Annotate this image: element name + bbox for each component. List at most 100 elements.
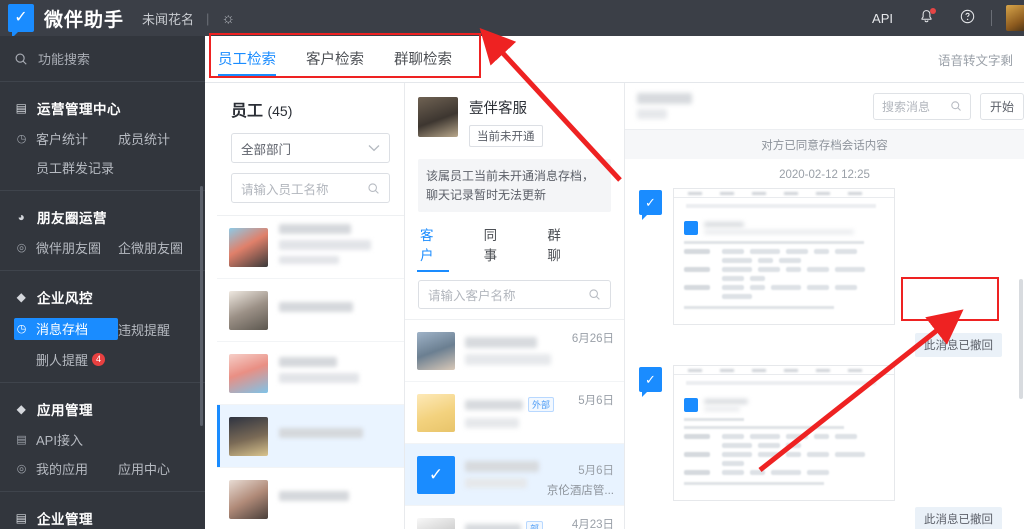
sidebar-item-label: 客户统计 <box>36 132 89 147</box>
nav-group-title: ◆ 应用管理 <box>0 393 205 425</box>
customer-subtitle: 京伦酒店管... <box>546 484 614 497</box>
customer-meta: 壹伴客服 当前未开通 <box>469 97 543 147</box>
customer-identity: 壹伴客服 当前未开通 <box>418 97 611 147</box>
screenshot-toolbar <box>674 189 894 198</box>
sender-avatar: ✓ <box>639 190 662 220</box>
list-item[interactable] <box>217 279 404 342</box>
nav-group-label: 朋友圈运营 <box>37 211 107 226</box>
sidebar-item-api-access[interactable]: ▤ API接入 <box>14 430 118 449</box>
sidebar-item-delete-alert[interactable]: 删人提醒 4 <box>14 350 106 369</box>
nav-row: ◷ 客户统计 成员统计 <box>0 124 205 153</box>
tab-group-search[interactable]: 群聊检索 <box>394 36 452 79</box>
sender-avatar: ✓ <box>639 367 662 397</box>
customer-search-placeholder: 请输入客户名称 <box>428 289 516 304</box>
external-tag: 外部 <box>528 397 555 413</box>
customer-name-redacted: 外部 <box>465 397 578 429</box>
screenshot-header <box>684 398 884 412</box>
sidebar-item-violation-alert[interactable]: 违规提醒 <box>118 320 170 339</box>
nav-group-label: 企业管理 <box>37 512 93 527</box>
screenshot-toolbar <box>674 366 894 375</box>
list-item[interactable] <box>217 216 404 279</box>
topbar-separator <box>991 10 992 26</box>
avatar: ✓ <box>417 455 455 494</box>
avatar <box>417 517 455 529</box>
recall-notice-wrap: 此消息已撤回 <box>625 501 1024 529</box>
employee-search-input[interactable]: 请输入员工名称 <box>231 173 390 203</box>
clock-icon: ◷ <box>16 133 27 145</box>
chat-actions: 搜索消息 开始 <box>873 92 1024 120</box>
sidebar-item-group-send-records[interactable]: 员工群发记录 <box>14 158 114 177</box>
user-avatar[interactable] <box>1006 5 1024 31</box>
archive-icon: ◷ <box>16 323 27 335</box>
message-image-attachment[interactable] <box>673 365 895 501</box>
nav-group-title: ◆ 企业风控 <box>0 281 205 313</box>
sidebar-item-app-center[interactable]: 应用中心 <box>118 459 170 478</box>
theme-sun-icon[interactable]: ☼ <box>221 10 235 27</box>
message-image-attachment[interactable] <box>673 188 895 325</box>
sidebar-item-weiban-moments[interactable]: ◎ 微伴朋友圈 <box>14 238 118 257</box>
tab-employee-search[interactable]: 员工检索 <box>218 36 276 79</box>
list-item[interactable]: 6月26日 <box>405 320 624 383</box>
sidebar-item-customer-stats[interactable]: ◷ 客户统计 <box>14 129 118 148</box>
help-button[interactable] <box>960 9 975 28</box>
sidebar-item-label: 我的应用 <box>36 462 89 477</box>
nav-row: ◎ 微伴朋友圈 企微朋友圈 <box>0 233 205 262</box>
employee-name-redacted <box>279 357 359 389</box>
checkmark-icon: ✓ <box>645 371 656 387</box>
sidebar-item-label: 员工群发记录 <box>36 161 115 176</box>
customer-name: 壹伴客服 <box>469 101 527 117</box>
chart-icon: ▤ <box>15 101 28 115</box>
customer-date: 4月23日 <box>571 519 614 529</box>
delete-alert-badge: 4 <box>92 353 106 366</box>
chat-panel: 搜索消息 开始 对方已同意存档会话内容 2020-02-12 12:25 ✓ 此… <box>625 83 1024 529</box>
message-search-input[interactable]: 搜索消息 <box>873 92 971 120</box>
tab-colleagues[interactable]: 同事 <box>484 224 510 272</box>
chat-message: ✓ <box>625 365 1024 501</box>
sidebar-item-label: 企微朋友圈 <box>118 241 184 256</box>
sidebar-item-label: 消息存档 <box>36 322 89 337</box>
list-item[interactable] <box>217 342 404 405</box>
employee-panel: 员工 (45) 全部部门 请输入员工名称 <box>217 83 405 529</box>
tab-groups[interactable]: 群聊 <box>547 224 573 272</box>
sidebar-item-label: 成员统计 <box>118 132 171 147</box>
list-item[interactable] <box>217 468 404 529</box>
sidebar-item-qiwei-moments[interactable]: 企微朋友圈 <box>118 238 183 257</box>
tab-customer-search[interactable]: 客户检索 <box>306 36 364 79</box>
nav-row: ◷ 消息存档 违规提醒 <box>0 313 205 345</box>
api-icon: ▤ <box>16 434 27 446</box>
archive-warning-text: 该属员工当前未开通消息存档，聊天记录暂时无法更新 <box>418 159 611 213</box>
sidebar-item-my-apps[interactable]: ◎ 我的应用 <box>14 459 118 478</box>
tab-customers[interactable]: 客户 <box>417 224 449 273</box>
sidebar-search-placeholder: 功能搜索 <box>38 52 91 67</box>
sidebar-item-label: 微伴朋友圈 <box>36 241 102 256</box>
sidebar-item-member-stats[interactable]: 成员统计 <box>118 129 170 148</box>
avatar <box>229 416 268 456</box>
external-tag: 部 <box>526 521 544 529</box>
notifications-button[interactable] <box>919 7 936 28</box>
nav-group-title: ▤ 运营管理中心 <box>0 92 205 124</box>
customer-list[interactable]: 6月26日 外部 5月6日 ✓ 5月6日 京伦酒店管... 4月23日 <box>405 319 624 529</box>
api-link[interactable]: API <box>872 11 893 26</box>
screenshot-logo-icon <box>684 221 698 235</box>
list-item[interactable]: 部 4月23日 <box>405 506 624 529</box>
chat-message-list[interactable]: 2020-02-12 12:25 ✓ 此消息已撤回 ✓ 此消息已撤回 <box>625 159 1024 529</box>
list-item[interactable] <box>217 405 404 468</box>
message-search-placeholder: 搜索消息 <box>882 99 931 114</box>
sidebar-scrollbar[interactable] <box>200 186 203 426</box>
list-item[interactable]: 外部 5月6日 <box>405 382 624 445</box>
customer-search-input[interactable]: 请输入客户名称 <box>418 280 611 310</box>
employee-panel-title: 员工 (45) <box>231 97 390 121</box>
sidebar-item-label: API接入 <box>36 433 83 448</box>
employee-list[interactable] <box>217 215 404 529</box>
chat-scrollbar[interactable] <box>1019 279 1023 399</box>
employee-count: (45) <box>267 103 293 119</box>
sidebar-search[interactable]: 功能搜索 <box>0 36 205 82</box>
start-button[interactable]: 开始 <box>980 92 1024 120</box>
chat-message: ✓ <box>625 188 1024 325</box>
department-select[interactable]: 全部部门 <box>231 133 390 163</box>
sidebar-item-message-archive[interactable]: ◷ 消息存档 <box>14 318 118 340</box>
nav-group-app-management: ◆ 应用管理 ▤ API接入 ◎ 我的应用 应用中心 <box>0 383 205 492</box>
list-item[interactable]: ✓ 5月6日 京伦酒店管... <box>405 444 624 507</box>
nav-group-enterprise: ▤ 企业管理 <box>0 492 205 529</box>
customer-name-redacted <box>465 461 547 489</box>
